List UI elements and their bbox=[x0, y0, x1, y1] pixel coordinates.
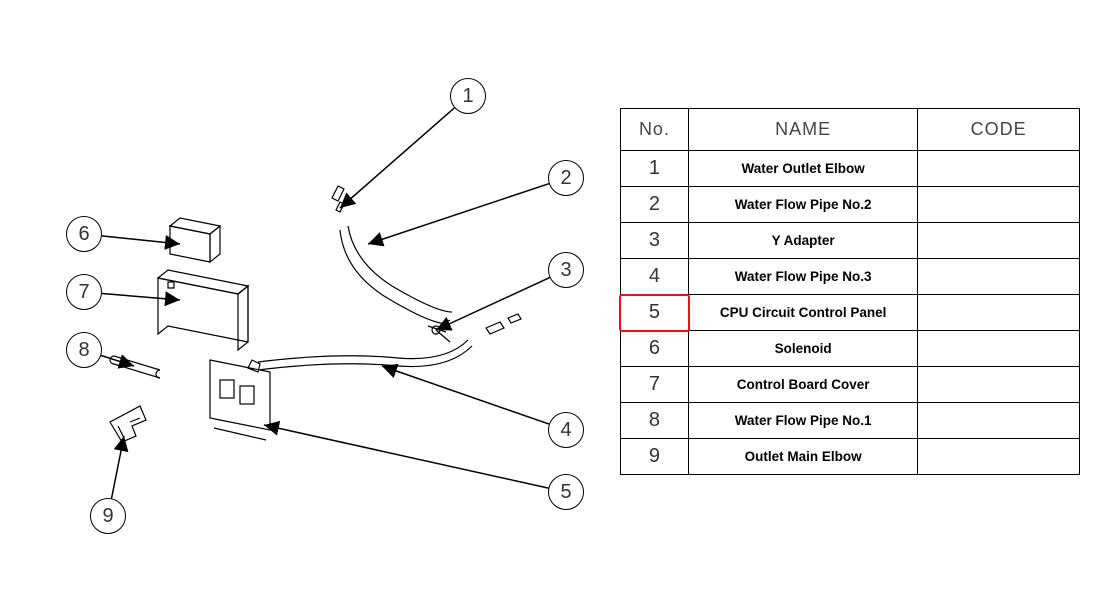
row-no: 8 bbox=[621, 403, 689, 439]
exploded-diagram: 1 2 3 4 5 6 7 8 9 bbox=[30, 30, 610, 570]
row-no: 5 bbox=[621, 295, 689, 331]
parts-table: No. NAME CODE 1Water Outlet Elbow2Water … bbox=[620, 108, 1080, 475]
table-row: 4Water Flow Pipe No.3 bbox=[621, 259, 1080, 295]
row-code bbox=[918, 187, 1080, 223]
row-name: Outlet Main Elbow bbox=[688, 439, 917, 475]
row-name: Solenoid bbox=[688, 331, 917, 367]
row-no: 2 bbox=[621, 187, 689, 223]
callout-8: 8 bbox=[66, 332, 102, 368]
row-no: 3 bbox=[621, 223, 689, 259]
callout-6: 6 bbox=[66, 216, 102, 252]
callout-2: 2 bbox=[548, 160, 584, 196]
table-row: 7Control Board Cover bbox=[621, 367, 1080, 403]
table-row: 9Outlet Main Elbow bbox=[621, 439, 1080, 475]
callout-1: 1 bbox=[450, 78, 486, 114]
row-name: Water Outlet Elbow bbox=[688, 151, 917, 187]
row-code bbox=[918, 367, 1080, 403]
row-name: Y Adapter bbox=[688, 223, 917, 259]
row-code bbox=[918, 295, 1080, 331]
callout-9: 9 bbox=[90, 498, 126, 534]
callout-7: 7 bbox=[66, 274, 102, 310]
row-code bbox=[918, 403, 1080, 439]
row-no: 7 bbox=[621, 367, 689, 403]
row-name: CPU Circuit Control Panel bbox=[688, 295, 917, 331]
parts-table-area: No. NAME CODE 1Water Outlet Elbow2Water … bbox=[620, 108, 1080, 475]
header-no: No. bbox=[621, 109, 689, 151]
row-name: Control Board Cover bbox=[688, 367, 917, 403]
row-code bbox=[918, 151, 1080, 187]
row-code bbox=[918, 223, 1080, 259]
row-code bbox=[918, 439, 1080, 475]
header-code: CODE bbox=[918, 109, 1080, 151]
row-name: Water Flow Pipe No.1 bbox=[688, 403, 917, 439]
row-code bbox=[918, 259, 1080, 295]
table-row: 8Water Flow Pipe No.1 bbox=[621, 403, 1080, 439]
row-name: Water Flow Pipe No.3 bbox=[688, 259, 917, 295]
table-row: 2Water Flow Pipe No.2 bbox=[621, 187, 1080, 223]
table-row: 1Water Outlet Elbow bbox=[621, 151, 1080, 187]
row-no: 4 bbox=[621, 259, 689, 295]
row-no: 1 bbox=[621, 151, 689, 187]
callout-3: 3 bbox=[548, 252, 584, 288]
callout-4: 4 bbox=[548, 412, 584, 448]
table-row: 6Solenoid bbox=[621, 331, 1080, 367]
table-row: 3Y Adapter bbox=[621, 223, 1080, 259]
row-name: Water Flow Pipe No.2 bbox=[688, 187, 917, 223]
parts-illustration bbox=[30, 30, 610, 570]
header-name: NAME bbox=[688, 109, 917, 151]
row-code bbox=[918, 331, 1080, 367]
row-no: 6 bbox=[621, 331, 689, 367]
table-header-row: No. NAME CODE bbox=[621, 109, 1080, 151]
table-row: 5CPU Circuit Control Panel bbox=[621, 295, 1080, 331]
row-no: 9 bbox=[621, 439, 689, 475]
callout-5: 5 bbox=[548, 474, 584, 510]
